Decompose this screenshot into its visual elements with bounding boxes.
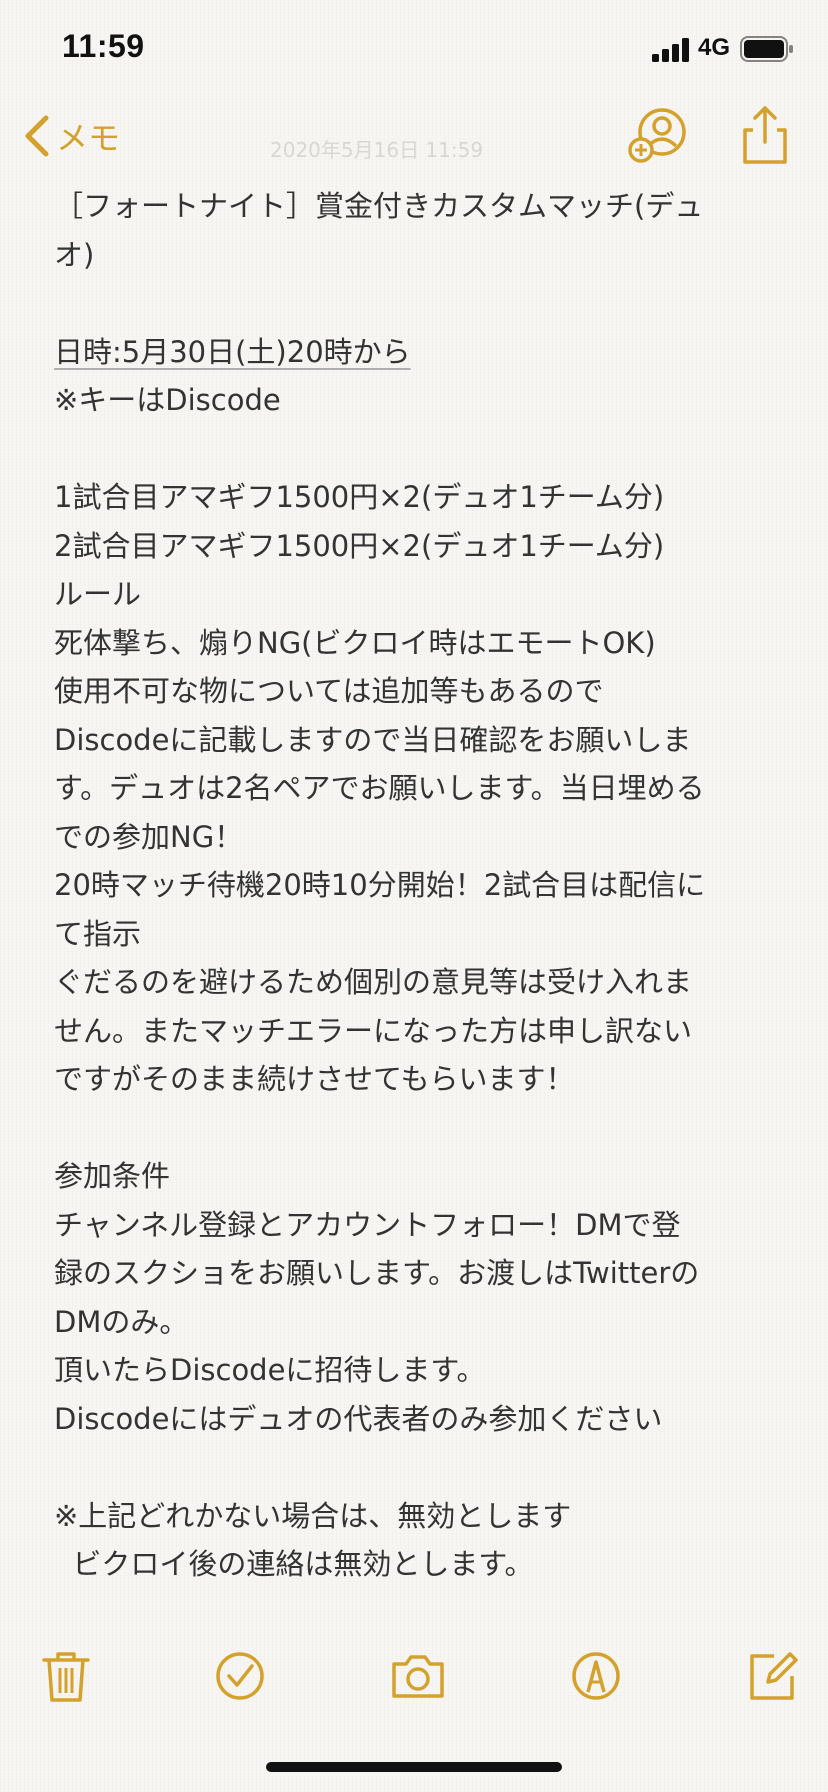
note-blank-line bbox=[54, 425, 784, 474]
note-line-condition: DMのみ。 bbox=[54, 1304, 189, 1339]
note-line-rule: Discodeに記載しますので当日確認をお願いしま bbox=[54, 722, 692, 757]
note-line-condition: Discodeにはデュオの代表者のみ参加ください bbox=[54, 1401, 663, 1436]
note-line-rule: 死体撃ち、煽りNG(ビクロイ時はエモートOK) bbox=[54, 625, 656, 660]
note-line-condition: 録のスクショをお願いします。お渡しはTwitterの bbox=[54, 1256, 700, 1290]
note-line-disclaimer: ※上記どれかない場合は、無効とします bbox=[54, 1498, 572, 1533]
note-line-prize-2: 2試合目アマギフ1500円×2(デュオ1チーム分) bbox=[54, 528, 665, 563]
note-line-condition: 頂いたらDiscodeに招待します。 bbox=[54, 1353, 486, 1387]
note-blank-line bbox=[54, 1443, 784, 1492]
note-line-notice: ですがそのまま続けさせてもらいます！ bbox=[54, 1062, 575, 1096]
trash-icon bbox=[42, 1652, 90, 1702]
note-date-watermark: 2020年5月16日 11:59 bbox=[270, 138, 484, 162]
status-bar: 11:59 4G bbox=[0, 0, 828, 100]
battery-icon bbox=[740, 36, 793, 62]
note-blank-line bbox=[54, 279, 784, 328]
note-line-notice: ぐだるのを避けるため個別の意見等は受け入れま bbox=[54, 965, 693, 999]
compose-button[interactable] bbox=[744, 1648, 800, 1704]
note-body[interactable]: ［フォートナイト］賞金付きカスタムマッチ(デュ オ) 日時:5月30日(土)20… bbox=[54, 182, 784, 1589]
note-line-conditions-heading: 参加条件 bbox=[54, 1159, 171, 1193]
note-line-schedule[interactable]: 20時マッチ待機20時10分開始！2試合目は配信に bbox=[54, 861, 784, 910]
note-line-prize-1: 1試合目アマギフ1500円×2(デュオ1チーム分) bbox=[54, 480, 665, 514]
share-button[interactable] bbox=[738, 104, 792, 166]
note-line-key: ※キーはDiscode bbox=[54, 383, 281, 417]
network-type: 4G bbox=[698, 34, 731, 61]
chevron-left-icon bbox=[25, 115, 49, 157]
checkmark-circle-icon bbox=[216, 1652, 264, 1700]
status-time: 11:59 bbox=[62, 28, 145, 64]
note-line-rules-heading: ルール bbox=[54, 577, 142, 611]
note-line-notice: せん。またマッチエラーになった方は申し訳ない bbox=[54, 1013, 693, 1048]
signal-strength-icon bbox=[652, 38, 689, 62]
note-line-title-2: オ) bbox=[54, 237, 95, 272]
markup-button[interactable] bbox=[568, 1648, 624, 1704]
note-blank-line bbox=[54, 1104, 784, 1153]
back-label: メモ bbox=[56, 119, 121, 157]
note-line-schedule: て指示 bbox=[54, 916, 142, 951]
note-line-rule: 使用不可な物については追加等もあるので bbox=[54, 674, 604, 708]
checklist-button[interactable] bbox=[212, 1648, 268, 1704]
note-line-rule: での参加NG！ bbox=[54, 819, 244, 854]
back-button[interactable]: メモ bbox=[22, 108, 120, 164]
home-indicator[interactable] bbox=[266, 1762, 562, 1772]
delete-button[interactable] bbox=[38, 1648, 94, 1704]
note-line-disclaimer: ビクロイ後の連絡は無効とします。 bbox=[54, 1547, 534, 1581]
navigation-bar: メモ 2020年5月16日 11:59 bbox=[0, 100, 828, 172]
note-line-condition: チャンネル登録とアカウントフォロー！DMで登 bbox=[54, 1207, 681, 1242]
note-line-title-1: ［フォートナイト］賞金付きカスタムマッチ(デュ bbox=[54, 189, 704, 223]
bottom-toolbar bbox=[0, 1640, 828, 1720]
note-line-datetime[interactable]: 日時:5月30日(土)20時から bbox=[54, 328, 784, 377]
camera-icon bbox=[392, 1655, 444, 1698]
pen-circle-icon bbox=[572, 1652, 620, 1700]
add-person-icon bbox=[628, 108, 686, 163]
compose-icon bbox=[750, 1652, 798, 1700]
share-icon bbox=[743, 106, 787, 164]
camera-button[interactable] bbox=[390, 1648, 446, 1704]
note-line-rule: す。デュオは2名ペアでお願いします。当日埋める bbox=[54, 771, 705, 805]
add-people-button[interactable] bbox=[628, 106, 688, 166]
